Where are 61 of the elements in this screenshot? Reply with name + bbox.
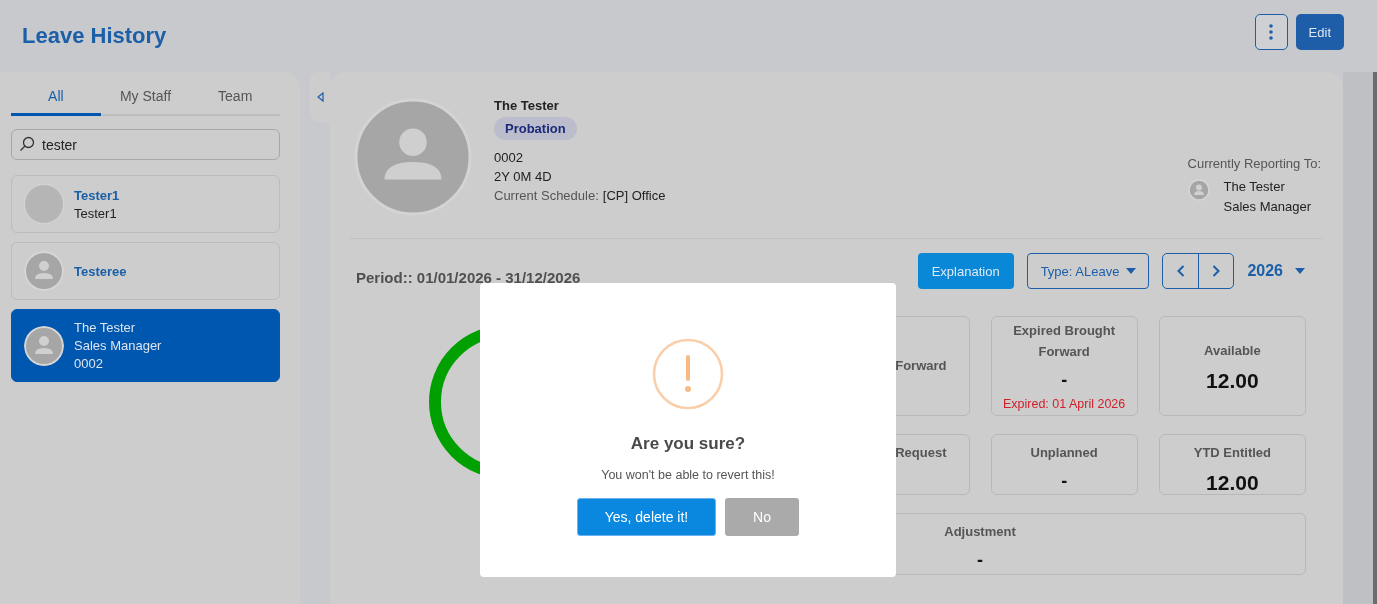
avatar-circle (24, 184, 64, 224)
schedule-label: Current Schedule: (494, 188, 599, 203)
manager-title: Sales Manager (1223, 199, 1311, 214)
stat-label: Available (1204, 342, 1261, 361)
manager-name: The Tester (1223, 179, 1286, 194)
stat-label: YTD Entitled (1193, 444, 1271, 462)
avatar-icon (24, 251, 64, 291)
stat-value: - (1061, 471, 1068, 490)
reporting-label: Currently Reporting To: (1187, 156, 1321, 171)
employee-name: The Tester (494, 98, 559, 113)
stat-label: Adjustment (944, 523, 1016, 541)
person-card[interactable]: Testeree (11, 242, 280, 300)
page-title: Leave History (22, 23, 167, 49)
person-card[interactable]: Tester1 Tester1 (11, 175, 280, 233)
scrollbar[interactable] (1343, 72, 1377, 604)
dialog-title: Are you sure? (630, 434, 746, 454)
edit-button[interactable]: Edit (1295, 14, 1344, 50)
stat-value: 12.00 (1206, 471, 1259, 493)
period-text: Period:: 01/01/2026 - 31/12/2026 (356, 268, 581, 286)
confirm-button[interactable]: Yes, delete it! (577, 498, 716, 536)
person-name: The Tester (74, 320, 137, 335)
caret-icon (1295, 268, 1305, 274)
expiry-note: Expired: 01 April 2026 (1002, 396, 1126, 411)
employee-detail: 2Y 0M 4D (494, 169, 552, 184)
explanation-button[interactable]: Explanation (917, 253, 1014, 289)
search-field[interactable]: tester (11, 129, 280, 160)
more-button[interactable] (1254, 14, 1288, 50)
caret-icon (316, 92, 324, 102)
caret-icon (1126, 268, 1137, 274)
chevron-right-icon (1212, 265, 1221, 277)
stat-value: 12.00 (1206, 369, 1259, 391)
sidebar-tab[interactable]: All (11, 82, 101, 116)
employee-detail: 0002 (494, 150, 523, 165)
avatar-icon (1187, 179, 1210, 201)
type-dropdown[interactable]: Type: ALeave (1026, 253, 1150, 289)
person-card[interactable]: The Tester Sales Manager 0002 (11, 309, 280, 382)
more-icon (1269, 24, 1274, 40)
chevron-left-icon (1176, 265, 1185, 277)
stat-label: Unplanned (1030, 444, 1098, 462)
avatar-icon (354, 98, 472, 216)
stat-value: - (977, 550, 983, 569)
schedule-value: [CP] Office (602, 188, 666, 203)
stat-label: Forward (895, 356, 947, 375)
search-icon (19, 136, 35, 152)
person-name: Testeree (74, 263, 127, 279)
year-dropdown[interactable]: 2026 (1247, 262, 1323, 280)
collapse-button[interactable] (310, 72, 330, 122)
person-detail: Tester1 (74, 205, 118, 221)
warning-icon (652, 338, 724, 410)
person-detail: 0002 (74, 356, 104, 371)
stat-label: Request (895, 444, 947, 462)
stat-value: - (1061, 370, 1068, 389)
person-name: Tester1 (74, 187, 120, 203)
cancel-button[interactable]: No (725, 498, 799, 536)
sidebar-tab[interactable]: My Staff (100, 82, 191, 116)
person-detail: Sales Manager (74, 338, 162, 353)
sidebar-tab[interactable]: Team (190, 82, 280, 116)
avatar-icon (24, 325, 64, 366)
dialog-message: You won't be able to revert this! (601, 468, 775, 482)
stat-label: Expired Brought Forward (1012, 322, 1117, 361)
status-badge: Probation (494, 117, 577, 140)
